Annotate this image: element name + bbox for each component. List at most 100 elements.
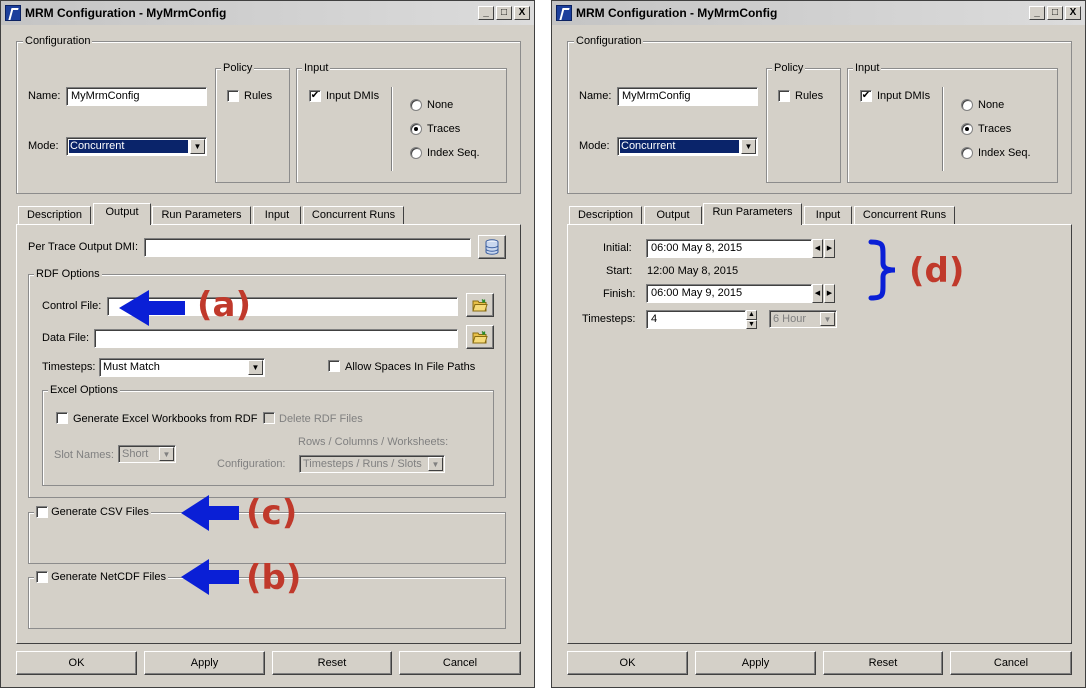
delete-rdf-checkbox[interactable]: [263, 412, 275, 424]
chevron-down-icon[interactable]: ▼: [741, 139, 756, 154]
database-button[interactable]: [478, 235, 506, 259]
control-file-label: Control File:: [42, 300, 102, 312]
apply-button[interactable]: Apply: [144, 651, 265, 675]
chevron-down-icon[interactable]: ▼: [248, 360, 263, 375]
input-dmis-checkbox[interactable]: ✔: [309, 90, 321, 102]
rules-label: Rules: [244, 90, 273, 102]
ok-button[interactable]: OK: [16, 651, 137, 675]
chevron-down-icon[interactable]: ▼: [190, 139, 205, 154]
generate-excel-checkbox[interactable]: [56, 412, 68, 424]
maximize-button[interactable]: □: [496, 6, 512, 20]
name-field[interactable]: MyMrmConfig: [617, 87, 758, 106]
tab-input[interactable]: Input: [253, 206, 301, 225]
timesteps-field[interactable]: 4: [646, 310, 746, 329]
timesteps-select[interactable]: Must Match ▼: [99, 358, 265, 377]
input-dmis-label: Input DMIs: [877, 90, 931, 102]
timesteps-up-button[interactable]: ▲: [746, 310, 757, 320]
per-trace-output-dmi-field[interactable]: [144, 238, 471, 257]
title-bar[interactable]: MRM Configuration - MyMrmConfig _ □ X: [552, 1, 1085, 25]
initial-prev-button[interactable]: ◀: [812, 239, 823, 258]
slot-names-select[interactable]: Short ▼: [118, 445, 176, 463]
rules-checkbox[interactable]: [778, 90, 790, 102]
minimize-button[interactable]: _: [1029, 6, 1045, 20]
tab-description[interactable]: Description: [569, 206, 642, 225]
radio-traces[interactable]: [961, 123, 973, 135]
start-label: Start:: [606, 265, 633, 277]
chevron-down-icon[interactable]: ▼: [428, 457, 443, 471]
control-file-browse-button[interactable]: [466, 293, 494, 317]
check-icon: ✔: [861, 90, 871, 101]
radio-traces-label: Traces: [978, 123, 1012, 135]
slot-names-value: Short: [122, 448, 149, 460]
policy-group-title: Policy: [772, 62, 806, 75]
rules-label: Rules: [795, 90, 824, 102]
initial-label: Initial:: [603, 242, 632, 254]
close-button[interactable]: X: [1065, 6, 1081, 20]
minimize-button[interactable]: _: [478, 6, 494, 20]
radio-traces[interactable]: [410, 123, 422, 135]
radio-index-seq-label: Index Seq.: [978, 147, 1031, 159]
reset-button[interactable]: Reset: [823, 651, 943, 675]
generate-csv-checkbox[interactable]: [36, 506, 48, 519]
rows-columns-label: Rows / Columns / Worksheets:: [298, 436, 449, 448]
excel-configuration-select[interactable]: Timesteps / Runs / Slots ▼: [299, 455, 445, 473]
finish-datetime-field[interactable]: 06:00 May 9, 2015: [646, 284, 812, 303]
mode-select[interactable]: Concurrent ▼: [617, 137, 758, 156]
tab-input[interactable]: Input: [804, 206, 852, 225]
finish-prev-button[interactable]: ◀: [812, 284, 823, 303]
per-trace-output-dmi-label: Per Trace Output DMI:: [28, 241, 139, 253]
tab-description[interactable]: Description: [18, 206, 91, 225]
tab-concurrent-runs[interactable]: Concurrent Runs: [303, 206, 404, 225]
chevron-down-icon[interactable]: ▼: [159, 447, 174, 461]
generate-netcdf-checkbox[interactable]: [36, 571, 48, 584]
tab-concurrent-runs[interactable]: Concurrent Runs: [854, 206, 955, 225]
ok-button[interactable]: OK: [567, 651, 688, 675]
finish-label: Finish:: [603, 288, 636, 300]
radio-none[interactable]: [961, 99, 973, 111]
folder-open-icon: [472, 331, 488, 344]
mode-label: Mode:: [28, 140, 59, 152]
slot-names-label: Slot Names:: [54, 449, 114, 461]
close-button[interactable]: X: [514, 6, 530, 20]
app-icon: [5, 5, 21, 21]
policy-group: [766, 68, 841, 183]
tab-output[interactable]: Output: [644, 206, 702, 225]
timesteps-label: Timesteps:: [42, 361, 96, 373]
data-file-field[interactable]: [94, 329, 458, 348]
initial-next-button[interactable]: ▶: [824, 239, 835, 258]
initial-datetime-field[interactable]: 06:00 May 8, 2015: [646, 239, 812, 258]
cancel-button[interactable]: Cancel: [950, 651, 1072, 675]
data-file-label: Data File:: [42, 332, 90, 344]
mode-select[interactable]: Concurrent ▼: [66, 137, 207, 156]
timesteps-down-button[interactable]: ▼: [746, 320, 757, 329]
apply-button[interactable]: Apply: [695, 651, 816, 675]
tab-run-parameters[interactable]: Run Parameters: [152, 206, 251, 225]
rules-checkbox[interactable]: [227, 90, 239, 102]
name-field[interactable]: MyMrmConfig: [66, 87, 207, 106]
configuration-group-title: Configuration: [574, 35, 644, 48]
radio-index-seq[interactable]: [961, 147, 973, 159]
tab-output[interactable]: Output: [93, 203, 151, 225]
input-group-title: Input: [302, 62, 331, 75]
database-icon: [485, 239, 499, 255]
maximize-button[interactable]: □: [1047, 6, 1063, 20]
reset-button[interactable]: Reset: [272, 651, 392, 675]
annotation-a: (a): [197, 285, 252, 325]
tab-run-parameters[interactable]: Run Parameters: [703, 203, 802, 225]
input-dmis-checkbox[interactable]: ✔: [860, 90, 872, 102]
annotation-b: (b): [246, 558, 302, 598]
allow-spaces-checkbox[interactable]: [328, 360, 340, 372]
generate-netcdf-label: Generate NetCDF Files: [51, 571, 166, 583]
chevron-down-icon[interactable]: ▼: [820, 312, 835, 326]
radio-none[interactable]: [410, 99, 422, 111]
radio-index-seq[interactable]: [410, 147, 422, 159]
configuration-label: Configuration:: [217, 458, 286, 470]
finish-next-button[interactable]: ▶: [824, 284, 835, 303]
title-bar[interactable]: MRM Configuration - MyMrmConfig _ □ X: [1, 1, 534, 25]
cancel-button[interactable]: Cancel: [399, 651, 521, 675]
radio-traces-label: Traces: [427, 123, 461, 135]
timestep-unit-select[interactable]: 6 Hour ▼: [769, 310, 837, 328]
window-title: MRM Configuration - MyMrmConfig: [576, 6, 778, 20]
annotation-d: (d): [909, 251, 965, 291]
data-file-browse-button[interactable]: [466, 325, 494, 349]
